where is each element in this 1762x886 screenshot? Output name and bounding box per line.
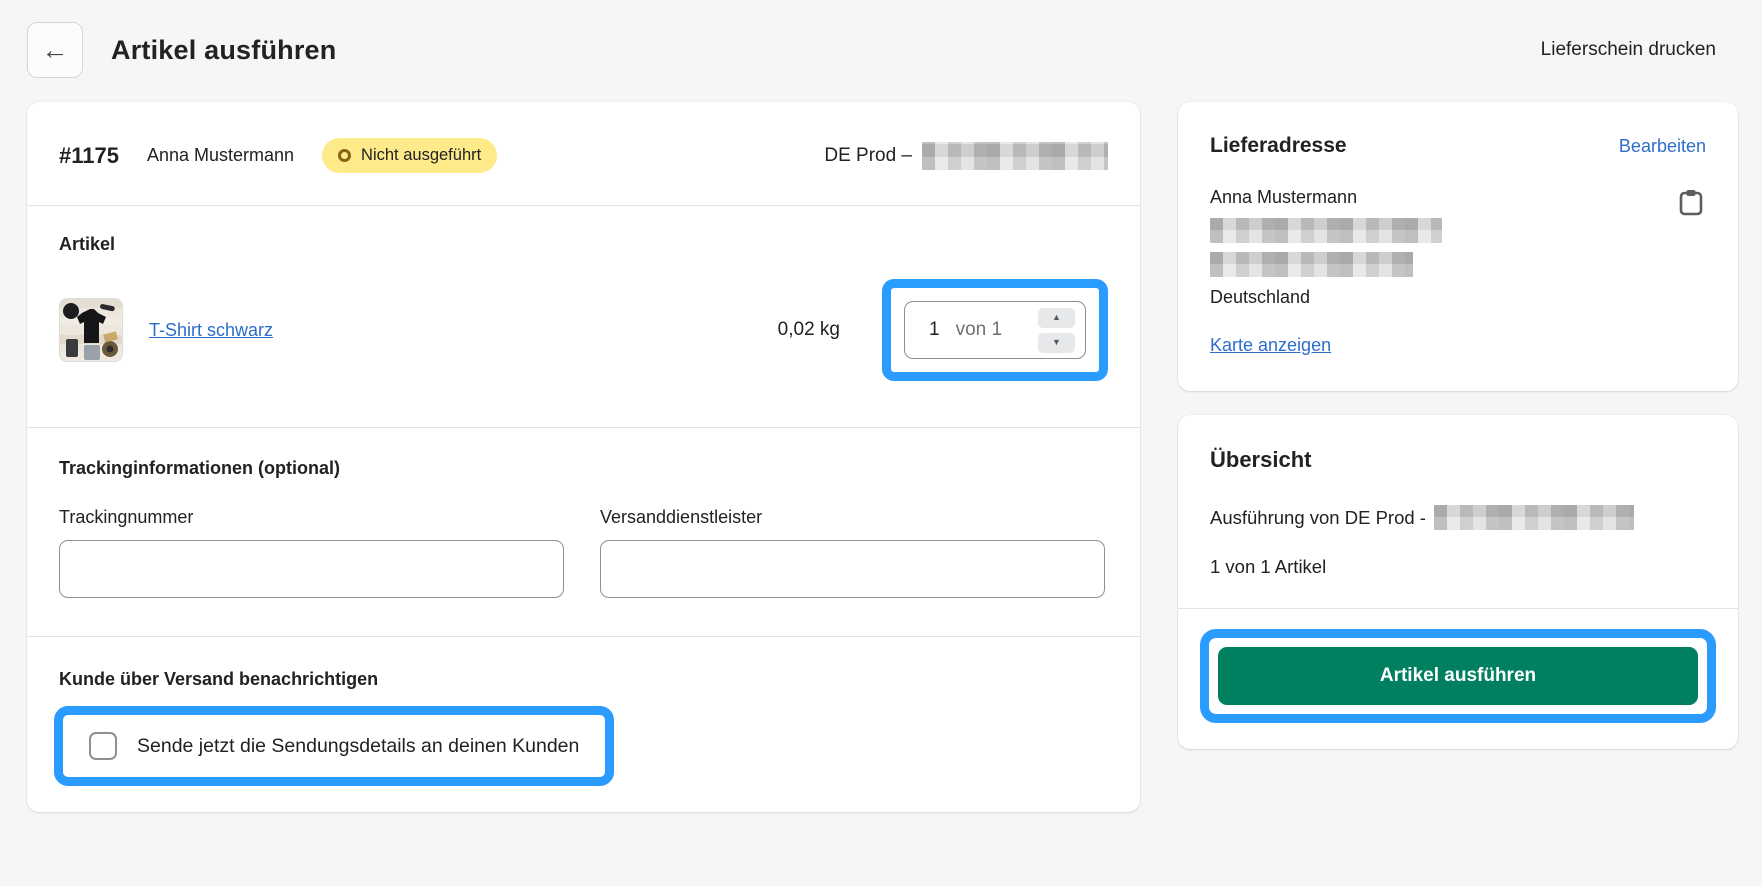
order-number: #1175 [59,142,119,168]
notify-customer-checkbox[interactable] [89,732,117,760]
tracking-number-input[interactable] [59,540,564,598]
back-arrow-icon: ← [41,34,69,65]
notify-highlight-box: Sende jetzt die Sendungsdetails an deine… [54,706,615,786]
tracking-section: Trackinginformationen (optional) Trackin… [27,428,1140,636]
chevron-up-icon: ▲ [1052,312,1061,322]
address-block: Anna Mustermann Deutschland Karte anzeig… [1210,186,1706,357]
shipping-address-title: Lieferadresse [1210,134,1347,157]
tracking-heading: Trackinginformationen (optional) [59,458,341,478]
summary-fulfillment-line: Ausführung von DE Prod - [1210,505,1706,531]
chevron-down-icon: ▼ [1052,337,1061,347]
tracking-number-field-group: Trackingnummer [59,507,564,598]
summary-fulfillment-label: Ausführung von DE Prod - [1210,506,1426,528]
carrier-field-group: Versanddienstleister [600,507,1105,598]
print-packing-slip-link[interactable]: Lieferschein drucken [1541,39,1716,61]
order-customer-name: Anna Mustermann [146,145,295,165]
show-map-link[interactable]: Karte anzeigen [1210,334,1331,357]
unfulfilled-status-icon [338,149,352,162]
order-header: #1175 Anna Mustermann Nicht ausgeführt D… [27,102,1140,205]
product-title-link[interactable]: T-Shirt schwarz [149,320,273,341]
summary-card: Übersicht Ausführung von DE Prod - 1 von… [1178,415,1738,750]
order-location: DE Prod – [824,141,1108,170]
quantity-highlight-box: 1 von 1 ▲ ▼ [882,279,1108,381]
sidebar: Lieferadresse Bearbeiten Anna Mustermann… [1178,102,1738,750]
address-name: Anna Mustermann [1210,187,1358,207]
fulfillment-page: ← Artikel ausführen Lieferschein drucken… [0,0,1762,812]
summary-title: Übersicht [1210,447,1312,473]
summary-body: Übersicht Ausführung von DE Prod - 1 von… [1178,447,1738,578]
line-item-row: T-Shirt schwarz 0,02 kg 1 von 1 ▲ ▼ [59,279,1108,381]
submit-highlight-box: Artikel ausführen [1200,629,1716,724]
notify-heading: Kunde über Versand benachrichtigen [59,669,379,689]
product-weight: 0,02 kg [777,319,840,340]
tshirt-product-image-icon [60,299,122,361]
copy-address-icon[interactable] [1678,188,1704,222]
fulfillment-card: #1175 Anna Mustermann Nicht ausgeführt D… [27,102,1140,812]
items-heading: Artikel [59,234,116,254]
quantity-value[interactable]: 1 [929,319,940,341]
quantity-increment-button[interactable]: ▲ [1038,307,1075,328]
status-badge: Nicht ausgeführt [322,138,498,173]
carrier-label: Versanddienstleister [600,507,763,527]
address-country: Deutschland [1210,287,1311,308]
quantity-stepper[interactable]: 1 von 1 ▲ ▼ [904,301,1086,359]
back-button[interactable]: ← [27,22,83,78]
tracking-fields: Trackingnummer Versanddienstleister [59,507,1108,598]
product-thumbnail [59,298,123,362]
fulfill-items-button[interactable]: Artikel ausführen [1218,647,1698,706]
stepper-buttons: ▲ ▼ [1038,307,1075,353]
quantity-decrement-button[interactable]: ▼ [1038,332,1075,353]
quantity-suffix: von 1 [955,319,1003,340]
shipping-address-header: Lieferadresse Bearbeiten [1210,134,1706,158]
content-columns: #1175 Anna Mustermann Nicht ausgeführt D… [27,102,1738,812]
redacted-location-name [922,141,1108,170]
notify-section: Kunde über Versand benachrichtigen Sende… [27,637,1140,812]
order-location-label: DE Prod – [824,144,912,166]
tracking-number-label: Trackingnummer [59,507,194,527]
redacted-address-city [1210,252,1706,278]
summary-items-count: 1 von 1 Artikel [1210,556,1327,578]
edit-address-link[interactable]: Bearbeiten [1619,136,1706,157]
page-title: Artikel ausführen [111,34,337,65]
status-badge-label: Nicht ausgeführt [361,146,482,164]
items-section: Artikel T-Shirt schwarz 0,02 kg 1 von 1 … [27,206,1140,427]
page-header: ← Artikel ausführen Lieferschein drucken [27,20,1738,102]
carrier-input[interactable] [600,540,1105,598]
submit-area: Artikel ausführen [1178,609,1738,724]
notify-checkbox-label[interactable]: Sende jetzt die Sendungsdetails an deine… [137,735,579,758]
redacted-address-street [1210,218,1706,244]
redacted-summary-location [1433,505,1634,531]
shipping-address-card: Lieferadresse Bearbeiten Anna Mustermann… [1178,102,1738,392]
